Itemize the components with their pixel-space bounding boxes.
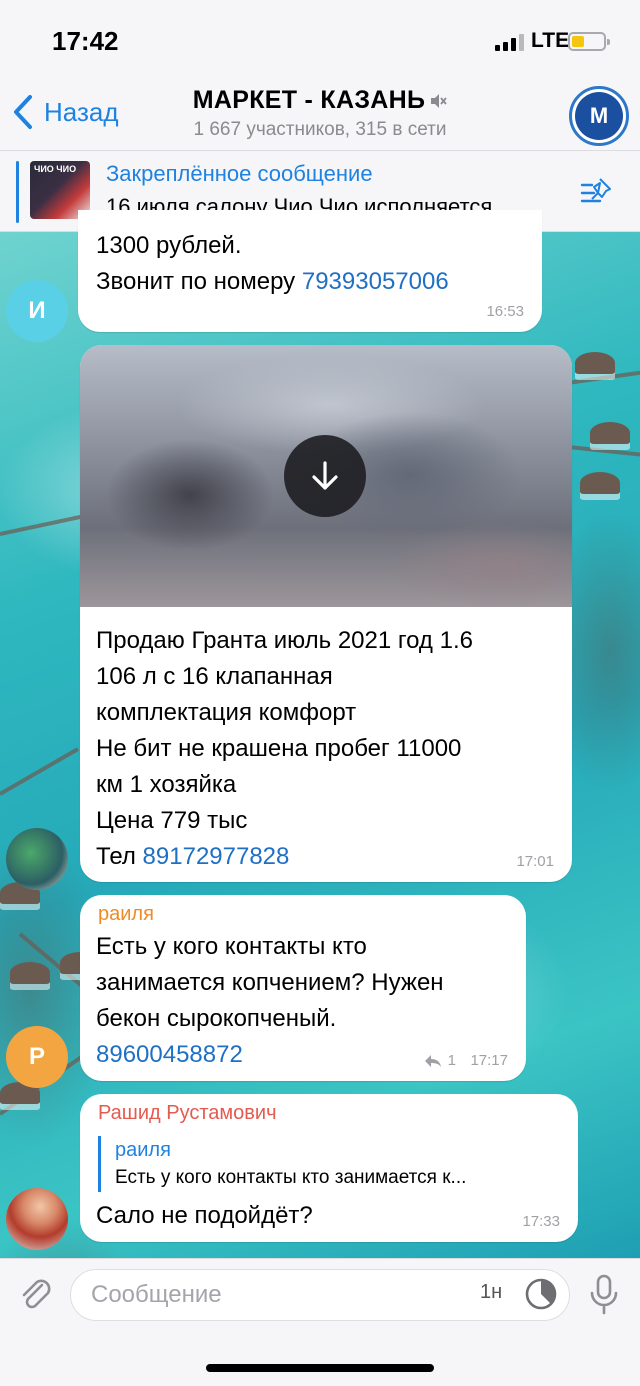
message-line: Не бит не крашена пробег 11000 bbox=[96, 735, 462, 762]
phone-link[interactable]: 89600458872 bbox=[96, 1037, 444, 1073]
microphone-icon[interactable] bbox=[588, 1273, 620, 1317]
group-avatar-letter: М bbox=[575, 92, 623, 140]
chat-title-row[interactable]: МАРКЕТ - КАЗАНЬ bbox=[0, 86, 640, 115]
network-type: LTE bbox=[531, 29, 570, 52]
signal-icon bbox=[495, 34, 524, 51]
message-time: 17:33 bbox=[522, 1213, 560, 1230]
message-line: Тел 89172977828 bbox=[96, 843, 290, 870]
message-time: 16:53 bbox=[486, 303, 524, 320]
avatar-initial: И bbox=[28, 297, 46, 324]
quoted-reply[interactable]: раиля Есть у кого контакты кто занимаетс… bbox=[98, 1136, 466, 1192]
message-input-bar: 1н bbox=[0, 1258, 640, 1386]
message-line: Продаю Гранта июль 2021 год 1.6 bbox=[96, 627, 473, 654]
sender-name[interactable]: Рашид Рустамович bbox=[98, 1102, 277, 1125]
message-bubble[interactable]: 1300 рублей. Звонит по номеру 7939305700… bbox=[78, 210, 542, 332]
message-line: занимается копчением? Нужен bbox=[96, 969, 444, 996]
message-line: 106 л с 16 клапанная bbox=[96, 663, 333, 690]
blurred-photo[interactable] bbox=[80, 345, 572, 607]
message-line: км 1 хозяйка bbox=[96, 771, 237, 798]
arrow-down-icon bbox=[312, 461, 338, 490]
pinned-thumbnail-text: ЧИО ЧИО bbox=[34, 164, 77, 174]
chat-title: МАРКЕТ - КАЗАНЬ bbox=[192, 86, 426, 114]
quoted-sender: раиля bbox=[115, 1139, 171, 1161]
message-line: Есть у кого контакты кто bbox=[96, 933, 367, 960]
message-line: Цена 779 тыс bbox=[96, 807, 248, 834]
pinned-indicator bbox=[16, 161, 19, 223]
message-bubble[interactable]: Рашид Рустамович раиля Есть у кого конта… bbox=[80, 1094, 578, 1242]
avatar[interactable] bbox=[6, 1188, 68, 1250]
paperclip-icon[interactable] bbox=[14, 1273, 56, 1315]
status-bar: 17:42 LTE bbox=[0, 0, 640, 80]
message-line: Звонит по номеру 79393057006 bbox=[96, 268, 449, 295]
message-time: 17:01 bbox=[516, 853, 554, 870]
home-indicator bbox=[206, 1364, 434, 1372]
mute-icon bbox=[431, 94, 447, 109]
group-avatar[interactable]: М bbox=[569, 86, 629, 146]
message-bubble[interactable]: раиля Есть у кого контакты кто занимаетс… bbox=[80, 895, 526, 1081]
message-line: комплектация комфорт bbox=[96, 699, 357, 726]
avatar-initial: Р bbox=[28, 1043, 45, 1070]
self-destruct-label[interactable]: 1н bbox=[480, 1281, 502, 1304]
photo-message-bubble[interactable]: Продаю Гранта июль 2021 год 1.6 106 л с … bbox=[80, 345, 572, 882]
replies-counter[interactable]: 1 bbox=[424, 1052, 456, 1069]
phone-link[interactable]: 89172977828 bbox=[143, 843, 290, 870]
timer-icon[interactable] bbox=[524, 1277, 558, 1311]
avatar[interactable] bbox=[6, 828, 68, 890]
pin-list-icon[interactable] bbox=[578, 175, 614, 207]
message-time: 17:17 bbox=[470, 1052, 508, 1069]
avatar[interactable]: Р bbox=[6, 1026, 68, 1088]
download-button[interactable] bbox=[284, 435, 366, 517]
reply-arrow-icon bbox=[424, 1054, 441, 1067]
avatar[interactable]: И bbox=[6, 280, 68, 342]
battery-icon bbox=[568, 32, 610, 51]
replies-count: 1 bbox=[447, 1052, 456, 1069]
quoted-text: Есть у кого контакты кто занимается к... bbox=[115, 1167, 467, 1188]
chat-header: Назад МАРКЕТ - КАЗАНЬ 1 667 участников, … bbox=[0, 80, 640, 150]
message-line: Сало не подойдёт? bbox=[96, 1202, 313, 1229]
chat-subtitle: 1 667 участников, 315 в сети bbox=[193, 119, 447, 140]
sender-name[interactable]: раиля bbox=[98, 903, 154, 926]
message-line: 1300 рублей. bbox=[96, 232, 242, 259]
status-time: 17:42 bbox=[52, 26, 119, 56]
message-line: бекон сырокопченый. bbox=[96, 1005, 337, 1032]
phone-link[interactable]: 79393057006 bbox=[302, 268, 449, 295]
pinned-title: Закреплённое сообщение bbox=[106, 161, 373, 186]
